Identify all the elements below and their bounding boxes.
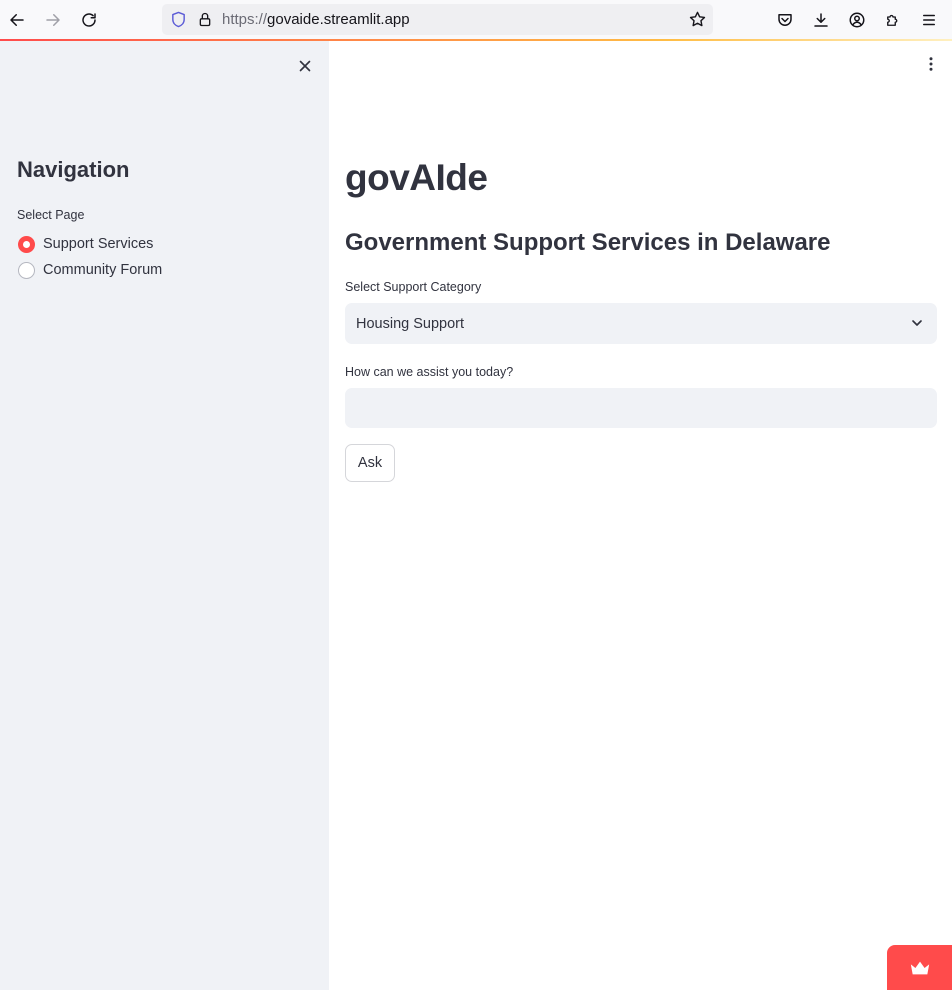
back-icon[interactable] xyxy=(5,8,29,32)
browser-toolbar: https://govaide.streamlit.app xyxy=(0,0,952,40)
account-icon[interactable] xyxy=(846,9,868,31)
hamburger-icon[interactable] xyxy=(918,9,940,31)
ask-button[interactable]: Ask xyxy=(345,444,395,482)
puzzle-icon[interactable] xyxy=(882,9,904,31)
star-icon[interactable] xyxy=(688,10,707,29)
radio-support-services[interactable]: Support Services xyxy=(18,233,153,255)
radio-unchecked-icon[interactable] xyxy=(18,261,35,279)
url-text: https://govaide.streamlit.app xyxy=(222,11,410,28)
question-input[interactable] xyxy=(345,388,937,428)
sidebar: Navigation Select Page Support Services … xyxy=(0,41,329,990)
page-subtitle: Government Support Services in Delaware xyxy=(345,229,831,256)
select-page-label: Select Page xyxy=(17,208,85,222)
tracking-shield-icon[interactable] xyxy=(170,11,187,28)
radio-checked-icon[interactable] xyxy=(18,235,35,253)
crown-icon xyxy=(910,961,929,974)
close-icon[interactable] xyxy=(295,56,315,76)
pocket-icon[interactable] xyxy=(774,9,796,31)
sidebar-title: Navigation xyxy=(17,157,130,182)
reload-icon[interactable] xyxy=(77,8,101,32)
url-bar[interactable]: https://govaide.streamlit.app xyxy=(162,4,713,35)
category-select[interactable]: Housing Support xyxy=(345,303,937,344)
radio-community-forum[interactable]: Community Forum xyxy=(18,259,162,281)
url-scheme: https:// xyxy=(222,11,268,28)
category-value: Housing Support xyxy=(356,315,465,332)
more-vertical-icon[interactable] xyxy=(920,53,942,75)
chevron-down-icon[interactable] xyxy=(909,315,925,331)
url-host: govaide.streamlit.app xyxy=(267,11,410,28)
download-icon[interactable] xyxy=(810,9,832,31)
streamlit-badge[interactable] xyxy=(887,945,952,990)
radio-label: Support Services xyxy=(43,236,154,252)
category-label: Select Support Category xyxy=(345,280,482,294)
radio-label: Community Forum xyxy=(43,262,163,278)
question-label: How can we assist you today? xyxy=(345,365,514,379)
page-title: govAIde xyxy=(345,157,488,198)
forward-icon[interactable] xyxy=(41,8,65,32)
lock-icon[interactable] xyxy=(197,11,213,28)
